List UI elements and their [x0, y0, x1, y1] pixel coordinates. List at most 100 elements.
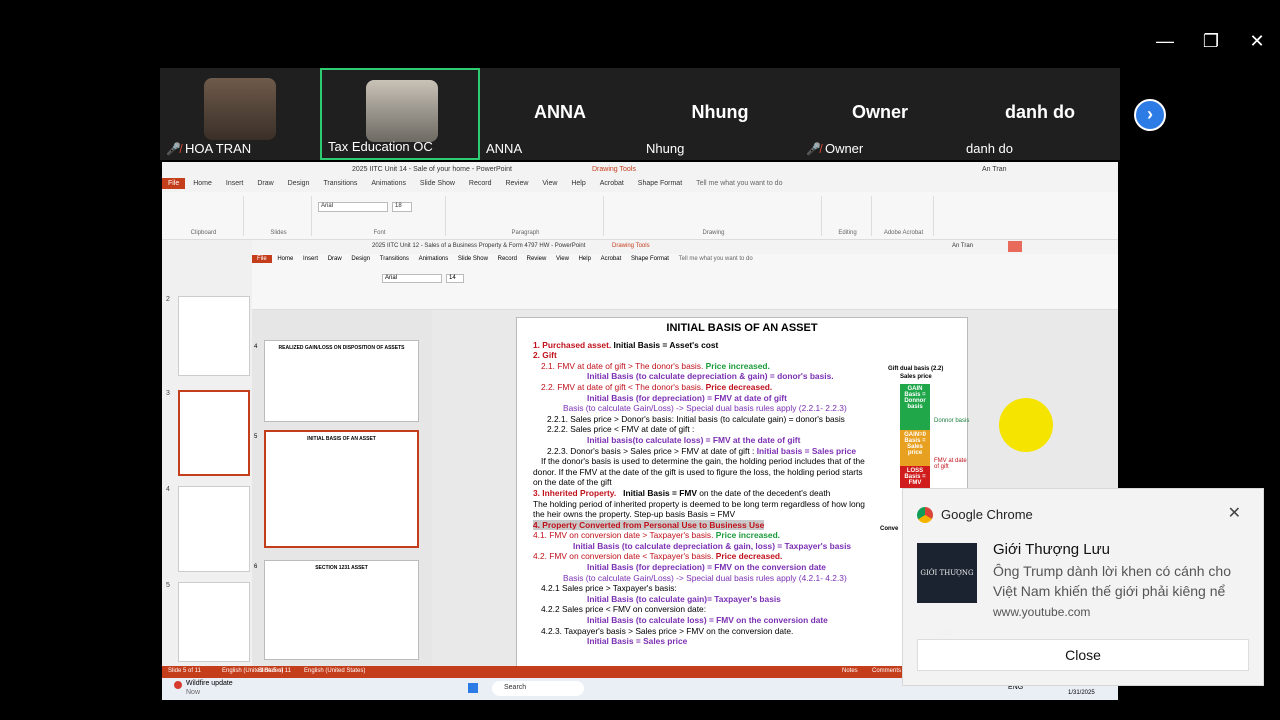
tab-file[interactable]: File	[252, 255, 272, 263]
notification-close-button[interactable]: Close	[917, 639, 1249, 671]
inner-close-icon[interactable]	[1008, 241, 1022, 252]
tab-slide-show[interactable]: Slide Show	[454, 256, 492, 262]
slide-thumbnail[interactable]	[178, 582, 250, 662]
participant-name: Tax Education OC	[328, 139, 433, 154]
participant-big-name: Nhung	[691, 102, 749, 122]
ribbon-group: Arial 18 Font	[314, 196, 446, 236]
close-icon[interactable]: ✕	[1228, 503, 1241, 523]
restore-icon[interactable]: ❐	[1200, 30, 1222, 52]
participant-tile[interactable]: 🎤̸ HOA TRAN	[160, 68, 320, 160]
ppt-titlebar: 2025 IITC Unit 14 - Sale of your home - …	[162, 162, 1118, 178]
ribbon-group: Adobe Acrobat	[874, 196, 934, 236]
tab-insert[interactable]: Insert	[299, 256, 322, 262]
tab-animations[interactable]: Animations	[415, 256, 453, 262]
tab-record[interactable]: Record	[494, 256, 521, 262]
participant-tile-active[interactable]: Tax Education OC	[320, 68, 480, 160]
next-participants-button[interactable]: ›	[1134, 99, 1166, 131]
comments-button[interactable]: Comments	[872, 668, 901, 674]
participant-tile[interactable]: ANNA ANNA	[480, 68, 640, 160]
participant-tile[interactable]: danh do danh do	[960, 68, 1120, 160]
tab-transitions[interactable]: Transitions	[317, 178, 363, 189]
tab-help[interactable]: Help	[575, 256, 595, 262]
notification-title: Giới Thượng Lưu	[993, 541, 1111, 558]
user-name: An Tran	[982, 166, 1007, 173]
tab-review[interactable]: Review	[499, 178, 534, 189]
participant-name: ANNA	[486, 141, 523, 156]
donor-basis-label: Donnor basis	[934, 418, 970, 424]
tab-design[interactable]: Design	[282, 178, 316, 189]
notification-thumbnail: GIỚI THƯỢNG LƯU	[917, 543, 977, 637]
slide-thumbnail-selected[interactable]: INITIAL BASIS OF AN ASSET	[264, 430, 419, 548]
notification-body: Ông Trump dành lời khen có cánh cho Việt…	[993, 563, 1231, 599]
font-size-box[interactable]: 18	[392, 202, 412, 212]
tab-shape-format[interactable]: Shape Format	[632, 178, 688, 189]
ribbon-group: Slides	[246, 196, 312, 236]
tab-review[interactable]: Review	[523, 256, 551, 262]
tab-animations[interactable]: Animations	[365, 178, 412, 189]
tab-file[interactable]: File	[162, 178, 186, 189]
fmv-label: FMV at date of gift	[934, 458, 967, 470]
taskbar-search[interactable]: Search	[492, 681, 584, 696]
tab-insert[interactable]: Insert	[220, 178, 250, 189]
drawing-tools-label: Drawing Tools	[592, 166, 636, 173]
notification-source: www.youtube.com	[993, 605, 1091, 619]
slide-thumbnail[interactable]	[178, 390, 250, 476]
participant-video	[366, 80, 438, 142]
meeting-window: — ❐ ✕ 🎤̸ HOA TRAN Tax Education OC ANNA A…	[0, 0, 1280, 720]
inner-ribbon: File Home Insert Draw Design Transitions…	[252, 254, 1118, 310]
mic-muted-icon: 🎤̸	[806, 142, 821, 156]
participant-big-name: danh do	[1005, 102, 1075, 122]
tell-me-search[interactable]: Tell me what you want to do	[675, 256, 757, 262]
font-name-box[interactable]: Arial	[318, 202, 388, 212]
tab-acrobat[interactable]: Acrobat	[594, 178, 630, 189]
tab-shape-format[interactable]: Shape Format	[627, 256, 673, 262]
pointer-highlight	[999, 398, 1053, 452]
tab-draw[interactable]: Draw	[251, 178, 279, 189]
ribbon-group: Paragraph	[448, 196, 604, 236]
tab-design[interactable]: Design	[347, 256, 374, 262]
start-icon[interactable]	[468, 683, 478, 693]
conversion-label: Conve	[880, 526, 899, 532]
ribbon-group: Editing	[824, 196, 872, 236]
participant-tile[interactable]: Nhung Nhung	[640, 68, 800, 160]
loss-segment: LOSS Basis = FMV	[900, 466, 930, 488]
participant-name: Nhung	[646, 141, 685, 156]
clock-date: 1/31/2025	[1068, 690, 1095, 696]
slide-thumbnail[interactable]: REALIZED GAIN/LOSS ON DISPOSITION OF ASS…	[264, 340, 419, 422]
ppt-title: 2025 IITC Unit 14 - Sale of your home - …	[352, 166, 512, 173]
tab-view[interactable]: View	[536, 178, 563, 189]
weather-text[interactable]: Wildfire update	[186, 680, 233, 687]
chrome-notification[interactable]: Google Chrome ✕ GIỚI THƯỢNG LƯU Giới Thư…	[902, 488, 1264, 686]
font-name-box[interactable]: Arial	[382, 274, 442, 283]
tab-transitions[interactable]: Transitions	[376, 256, 413, 262]
participant-name: Owner	[824, 141, 864, 156]
tab-view[interactable]: View	[552, 256, 573, 262]
tab-help[interactable]: Help	[565, 178, 591, 189]
notes-button[interactable]: Notes	[842, 668, 858, 674]
inner-slides-pane: 4 REALIZED GAIN/LOSS ON DISPOSITION OF A…	[252, 310, 432, 670]
tab-record[interactable]: Record	[463, 178, 498, 189]
tab-home[interactable]: Home	[187, 178, 218, 189]
tab-draw[interactable]: Draw	[324, 256, 346, 262]
slide-thumbnail[interactable]: SECTION 1231 ASSET	[264, 560, 419, 660]
slide-thumbnail[interactable]	[178, 296, 250, 376]
font-size-box[interactable]: 14	[446, 274, 464, 283]
outer-slides-pane: 2 3 4 5	[162, 240, 252, 670]
participant-big-name: ANNA	[534, 102, 586, 122]
close-icon[interactable]: ✕	[1246, 30, 1268, 52]
ppt-tab-bar: File Home Insert Draw Design Transitions…	[162, 178, 1118, 192]
tab-home[interactable]: Home	[273, 256, 297, 262]
participant-video	[204, 78, 276, 140]
notification-app-name: Google Chrome	[941, 507, 1033, 522]
tell-me-search[interactable]: Tell me what you want to do	[690, 178, 788, 189]
inner-ppt-title: 2025 IITC Unit 12 - Sales of a Business …	[372, 243, 586, 249]
tab-slide-show[interactable]: Slide Show	[414, 178, 461, 189]
gain-segment: GAIN Basis = Donnor basis	[900, 384, 930, 430]
ribbon-group: Clipboard	[164, 196, 244, 236]
zero-gain-segment: GAIN=0 Basis = Sales price	[900, 430, 930, 466]
slide-thumbnail[interactable]	[178, 486, 250, 572]
inner-titlebar: 2025 IITC Unit 12 - Sales of a Business …	[252, 240, 1118, 254]
minimize-icon[interactable]: —	[1154, 30, 1176, 52]
participant-tile[interactable]: Owner 🎤̸ Owner	[800, 68, 960, 160]
tab-acrobat[interactable]: Acrobat	[597, 256, 626, 262]
